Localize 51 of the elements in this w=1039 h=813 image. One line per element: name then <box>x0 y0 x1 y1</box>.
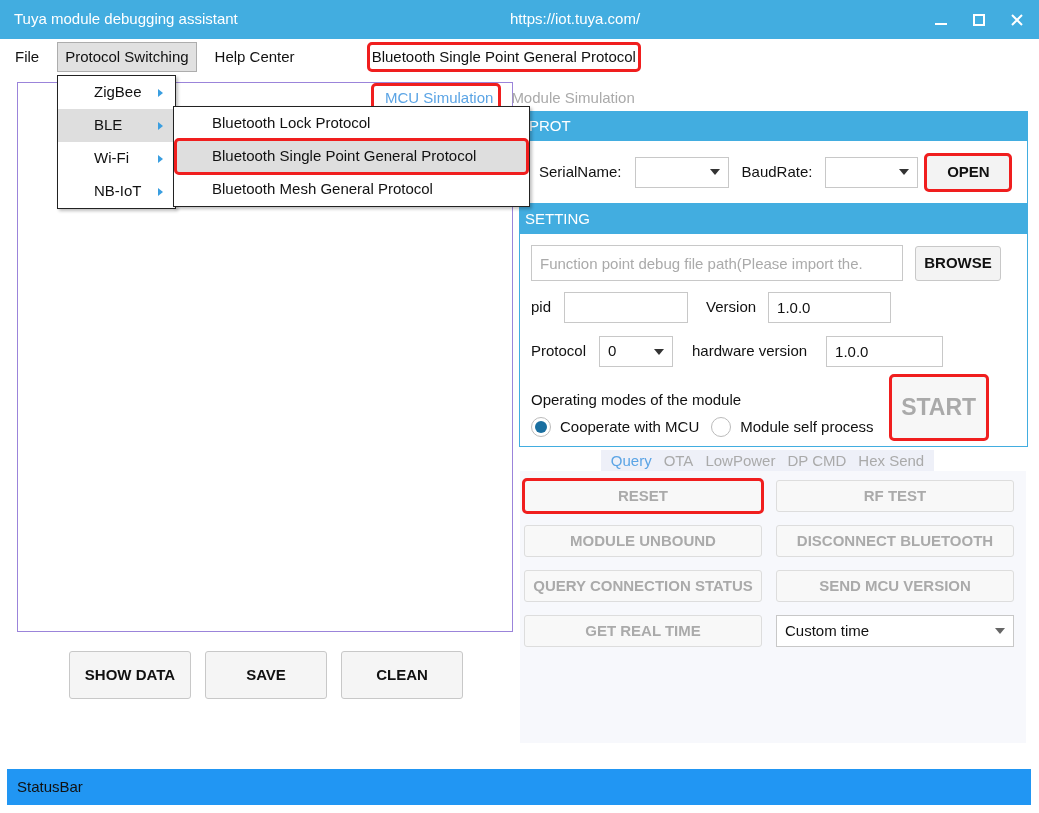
menu-item[interactable]: Bluetooth Mesh General Protocol <box>176 173 527 206</box>
open-button[interactable]: OPEN <box>926 154 1011 190</box>
radio-button[interactable] <box>711 416 732 437</box>
protocol-select[interactable]: 0 <box>599 336 674 367</box>
select-value: Custom time <box>785 620 870 641</box>
field-label: Version <box>706 297 757 318</box>
menu-item[interactable]: Help Center <box>206 41 303 73</box>
status-bar: StatusBar <box>7 769 1031 805</box>
caret-icon <box>709 169 720 175</box>
window-title: Tuya module debugging assistant <box>14 9 239 30</box>
maximize-icon[interactable] <box>973 13 985 26</box>
radio-label: Cooperate with MCU <box>560 416 700 437</box>
section-header: PROT <box>529 115 571 136</box>
close-icon[interactable] <box>1011 13 1023 26</box>
action-button[interactable]: SAVE <box>205 651 327 699</box>
submenu-arrow-icon <box>158 121 163 130</box>
select-value: 0 <box>608 341 617 362</box>
menu-item[interactable]: Protocol Switching <box>57 41 197 73</box>
action-button[interactable]: CLEAN <box>341 651 463 699</box>
version-field[interactable]: 1.0.0 <box>768 292 892 323</box>
field-label: hardware version <box>692 341 808 362</box>
browse-button[interactable]: BROWSE <box>915 245 1001 281</box>
radio-label: Module self process <box>740 416 874 437</box>
baud-select[interactable] <box>825 156 919 188</box>
field-label: pid <box>531 297 552 318</box>
file-path-field[interactable]: Function point debug file path(Please import the. <box>531 245 903 281</box>
caret-icon <box>995 628 1005 634</box>
menu-item[interactable]: NB-IoT <box>58 175 175 208</box>
menu-item[interactable]: Wi-Fi <box>58 142 175 175</box>
menu-item[interactable]: ZigBee <box>58 76 175 109</box>
url-text: https://iot.tuya.com/ <box>510 9 641 30</box>
field-label: SerialName: <box>539 161 622 182</box>
serial-select[interactable] <box>634 156 729 188</box>
submenu-arrow-icon <box>158 187 163 196</box>
submenu-arrow-icon <box>158 154 163 163</box>
menu-item[interactable]: Bluetooth Single Point General Protocol <box>176 140 527 173</box>
submenu-arrow-icon <box>158 88 163 97</box>
section-header: SETTING <box>525 208 590 229</box>
field-label: Protocol <box>531 341 587 362</box>
section-label: Operating modes of the module <box>531 390 743 410</box>
field-label: BaudRate: <box>741 161 813 182</box>
action-button[interactable]: SHOW DATA <box>69 651 191 699</box>
hardware-version-field[interactable]: 1.0.0 <box>826 336 944 367</box>
time-select[interactable]: Custom time <box>776 615 1014 647</box>
menu-item[interactable]: File <box>7 41 48 73</box>
menu-item[interactable]: BLE <box>58 109 175 142</box>
radio-button[interactable] <box>531 416 551 437</box>
caret-icon <box>899 169 910 175</box>
caret-icon <box>654 348 665 355</box>
protocol-label: Bluetooth Single Point General Protocol <box>368 43 639 71</box>
pid-field[interactable] <box>564 292 689 323</box>
